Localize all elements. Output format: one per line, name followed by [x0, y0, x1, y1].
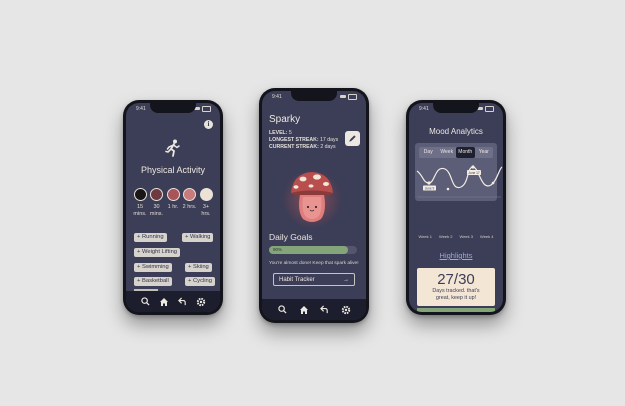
legend-swatch — [166, 188, 180, 201]
phone-notch — [433, 103, 479, 113]
battery-icon — [485, 106, 494, 112]
status-icons — [340, 94, 357, 100]
tab-week[interactable]: Week — [438, 147, 457, 158]
sparky-screen: 9:41 Sparky LEVEL: 5 LONGEST STREAK: 17 … — [262, 91, 366, 320]
phone-physical-activity: 9:41 i Physical Activity 15 mins. 30 min… — [123, 100, 223, 315]
activity-tag-swimming[interactable]: + Swimming — [134, 263, 172, 272]
data-point — [471, 165, 475, 169]
battery-icon — [202, 106, 211, 112]
point-label: June 9 — [425, 186, 435, 190]
data-point — [491, 181, 495, 185]
legend-swatch — [199, 188, 213, 201]
duration-legend: 15 mins. 30 mins. 1 hr. 2 hrs. 3+ hrs. — [132, 188, 214, 218]
phone-notch — [291, 91, 337, 101]
status-time: 9:41 — [419, 106, 429, 112]
home-icon[interactable] — [299, 305, 309, 315]
physical-activity-screen: 9:41 i Physical Activity 15 mins. 30 min… — [126, 103, 220, 312]
mood-line-chart: June 9 June 17 — [416, 165, 503, 198]
x-axis-label: Week 1 — [418, 234, 433, 239]
status-icons — [477, 106, 494, 112]
edit-pencil-button[interactable] — [345, 131, 360, 146]
encouragement-message: You're almost done! Keep that spark aliv… — [269, 261, 359, 266]
bottom-nav — [126, 291, 220, 312]
data-point — [427, 181, 431, 185]
status-time: 9:41 — [272, 94, 282, 100]
daily-goals-progress-bar: 90% — [269, 246, 357, 254]
arrow-right-icon: → — [343, 276, 349, 283]
activity-tag-cycling[interactable]: + Cycling — [185, 277, 216, 286]
legend-label: 30 mins. — [149, 204, 164, 217]
mood-chart-card: Day Week Month Year June 9 June 17 — [415, 143, 503, 201]
mood-analytics-title: Mood Analytics — [429, 127, 483, 136]
current-streak-row: CURRENT STREAK: 2 days — [269, 144, 336, 151]
legend-item[interactable]: 1 hr. — [165, 188, 181, 218]
legend-swatch — [133, 188, 147, 201]
daily-goals-title: Daily Goals — [269, 232, 313, 242]
x-axis-label: Week 4 — [480, 234, 494, 239]
activity-tag-weight-lifting[interactable]: + Weight Lifting — [134, 248, 181, 257]
legend-label: 1 hr. — [167, 204, 179, 210]
mood-line — [416, 166, 503, 189]
legend-item[interactable]: 15 mins. — [132, 188, 148, 218]
activity-tag-running[interactable]: + Running — [134, 233, 167, 242]
back-arrow-icon[interactable] — [320, 305, 330, 315]
x-axis-labels: Week 1 Week 2 Week 3 Week 4 — [415, 234, 497, 239]
search-icon[interactable] — [278, 305, 288, 315]
legend-item[interactable]: 3+ hrs. — [198, 188, 214, 218]
status-time: 9:41 — [136, 106, 146, 112]
level-row: LEVEL: 5 — [269, 130, 292, 136]
search-icon[interactable] — [140, 297, 150, 307]
battery-icon — [348, 94, 357, 100]
phone-mood-analytics: 9:41 Mood Analytics Day Week Month Year … — [406, 100, 506, 315]
gear-icon[interactable] — [196, 297, 206, 307]
legend-item[interactable]: 2 hrs. — [182, 188, 198, 218]
physical-activity-title: Physical Activity — [140, 165, 206, 175]
home-icon[interactable] — [159, 297, 169, 307]
tab-day[interactable]: Day — [419, 147, 438, 158]
legend-swatch — [150, 188, 163, 201]
tab-year[interactable]: Year — [475, 147, 494, 158]
days-tracked-count: 27/30 — [437, 271, 475, 288]
status-icons — [194, 106, 211, 112]
green-accent-strip — [417, 308, 495, 312]
back-arrow-icon[interactable] — [177, 297, 187, 307]
highlight-text-line2: great, keep it up! — [435, 294, 477, 301]
time-range-tabs: Day Week Month Year — [419, 147, 493, 158]
habit-tracker-button[interactable]: Habit Tracker → — [273, 273, 355, 286]
pencil-icon — [349, 135, 356, 142]
legend-label: 2 hrs. — [182, 204, 197, 210]
x-axis-label: Week 2 — [439, 234, 453, 239]
habit-tracker-label: Habit Tracker — [279, 276, 315, 283]
x-axis-label: Week 3 — [459, 234, 474, 239]
info-icon[interactable]: i — [204, 120, 213, 129]
point-label: June 17 — [468, 171, 480, 175]
legend-swatch — [183, 188, 196, 201]
highlight-card: 27/30 Days tracked. that's great, keep i… — [417, 268, 495, 306]
signal-icon — [340, 95, 346, 99]
running-person-icon — [165, 139, 181, 162]
mushroom-pet-icon[interactable] — [287, 167, 337, 232]
progress-fill: 90% — [269, 246, 349, 254]
legend-label: 3+ hrs. — [201, 204, 211, 217]
highlights-link[interactable]: Highlights — [409, 251, 503, 260]
mood-analytics-screen: 9:41 Mood Analytics Day Week Month Year … — [409, 103, 503, 312]
data-point — [446, 187, 450, 191]
phone-notch — [150, 103, 196, 113]
legend-item[interactable]: 30 mins. — [149, 188, 165, 218]
activity-tag-basketball[interactable]: + Basketball — [134, 277, 172, 286]
activity-tag-skiing[interactable]: + Skiing — [185, 263, 212, 272]
bottom-nav — [262, 299, 366, 320]
phone-sparky: 9:41 Sparky LEVEL: 5 LONGEST STREAK: 17 … — [259, 88, 369, 323]
pet-stats: LEVEL: 5 LONGEST STREAK: 17 days CURRENT… — [269, 130, 338, 152]
pet-name-title: Sparky — [269, 114, 301, 125]
longest-streak-row: LONGEST STREAK: 17 days — [269, 137, 339, 144]
legend-label: 15 mins. — [133, 204, 147, 217]
gear-icon[interactable] — [341, 305, 351, 315]
tab-month[interactable]: Month — [456, 147, 475, 158]
activity-tag-walking[interactable]: + Walking — [182, 233, 214, 242]
